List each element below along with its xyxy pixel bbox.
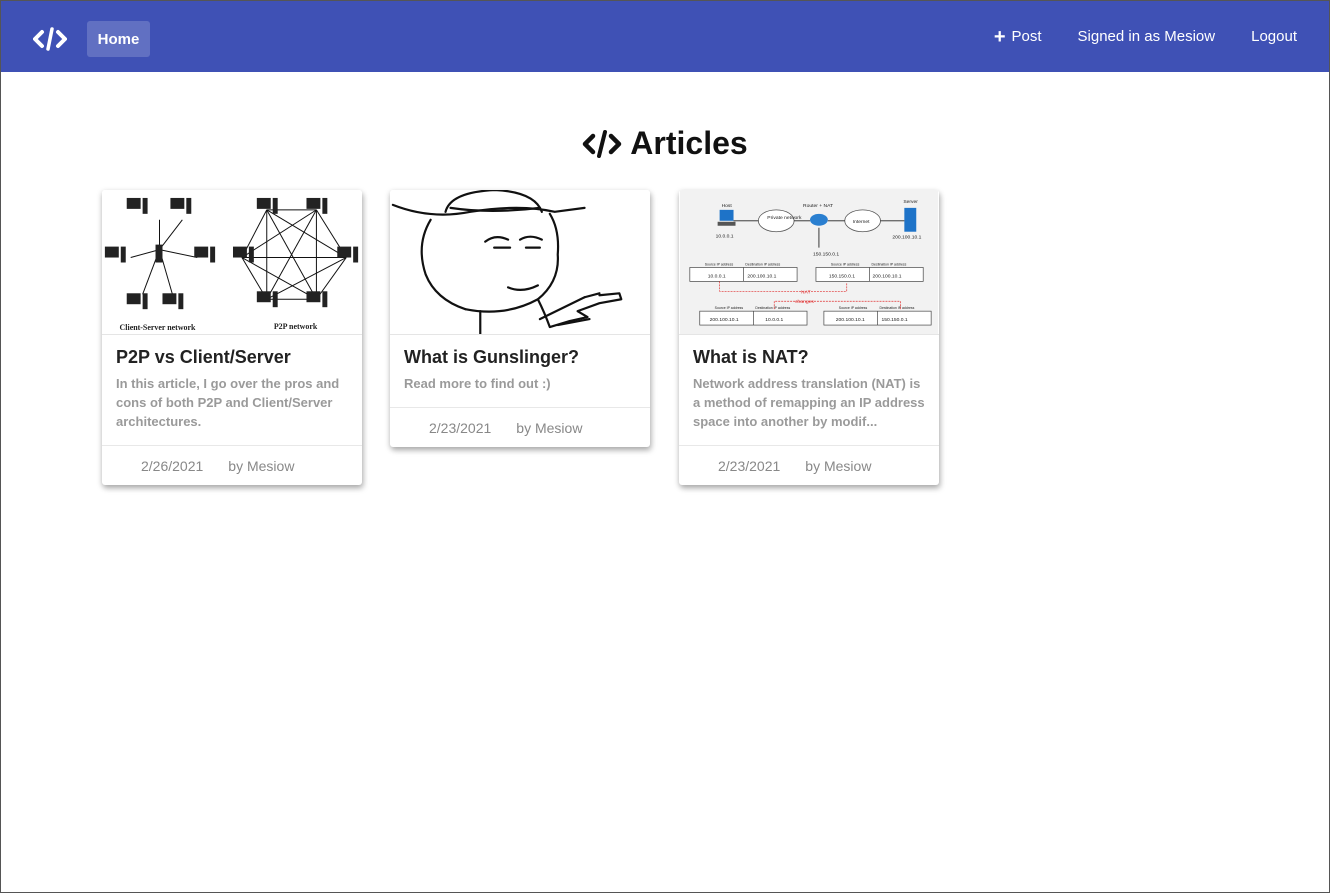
article-thumbnail <box>390 190 650 335</box>
nav-signed-in-link[interactable]: Signed in as Mesiow <box>1078 28 1216 45</box>
article-author: by Mesiow <box>805 457 872 474</box>
svg-text:Destination IP address: Destination IP address <box>872 262 907 266</box>
article-title[interactable]: What is Gunslinger? <box>404 347 636 368</box>
diagram-label: Client-Server network <box>120 323 196 332</box>
article-date: 2/23/2021 <box>718 457 781 474</box>
article-description: Network address translation (NAT) is a m… <box>693 376 925 429</box>
svg-text:Destination IP address: Destination IP address <box>755 306 790 310</box>
nav-post-link[interactable]: + Post <box>994 27 1042 47</box>
svg-text:Source IP address: Source IP address <box>715 306 744 310</box>
article-thumbnail: Host 10.0.0.1 Private network Router + N… <box>679 190 939 335</box>
plus-icon: + <box>993 25 1006 48</box>
svg-text:10.0.0.1: 10.0.0.1 <box>708 273 726 279</box>
svg-text:150.150.0.1: 150.150.0.1 <box>829 273 855 279</box>
svg-text:Source IP address: Source IP address <box>705 262 734 266</box>
svg-text:Source IP address: Source IP address <box>839 306 868 310</box>
svg-text:150.150.0.1: 150.150.0.1 <box>881 317 907 323</box>
article-title[interactable]: What is NAT? <box>693 347 925 368</box>
card-footer: 2/26/2021 by Mesiow <box>102 445 362 485</box>
article-card[interactable]: Client-Server network P2P network P2P vs… <box>102 190 362 485</box>
card-body: P2P vs Client/Server In this article, I … <box>102 335 362 445</box>
article-description: In this article, I go over the pros and … <box>116 376 340 429</box>
card-body: What is NAT? Network address translation… <box>679 335 939 445</box>
code-logo-icon[interactable] <box>33 26 67 52</box>
svg-text:Server: Server <box>903 199 918 205</box>
page-title: Articles <box>630 125 748 161</box>
diagram-label: P2P network <box>274 322 318 331</box>
svg-text:200.100.10.1: 200.100.10.1 <box>710 317 739 323</box>
article-date: 2/26/2021 <box>141 457 204 474</box>
article-description: Read more to find out :) <box>404 376 551 391</box>
svg-text:Private network: Private network <box>767 215 802 221</box>
svg-text:Destination IP address: Destination IP address <box>880 306 915 310</box>
svg-text:Host: Host <box>722 203 733 209</box>
article-author: by Mesiow <box>516 419 583 436</box>
nav-right-group: + Post Signed in as Mesiow Logout <box>994 1 1297 72</box>
card-body: What is Gunslinger? Read more to find ou… <box>390 335 650 407</box>
nav-logout-link[interactable]: Logout <box>1251 28 1297 45</box>
article-title[interactable]: P2P vs Client/Server <box>116 347 348 368</box>
svg-text:200.100.10.1: 200.100.10.1 <box>892 235 921 241</box>
svg-text:200.100.10.1: 200.100.10.1 <box>747 273 776 279</box>
svg-text:200.100.10.1: 200.100.10.1 <box>836 317 865 323</box>
article-card[interactable]: What is Gunslinger? Read more to find ou… <box>390 190 650 447</box>
svg-text:200.100.10.1: 200.100.10.1 <box>873 273 902 279</box>
card-footer: 2/23/2021 by Mesiow <box>679 445 939 485</box>
svg-text:Router + NAT: Router + NAT <box>803 203 833 209</box>
nav-home-button[interactable]: Home <box>87 21 150 57</box>
svg-text:Destination IP address: Destination IP address <box>745 262 780 266</box>
nav-post-label: Post <box>1011 28 1042 45</box>
svg-text:Source IP address: Source IP address <box>831 262 860 266</box>
svg-text:changes: changes <box>795 299 814 305</box>
svg-text:NAT: NAT <box>801 289 811 295</box>
svg-text:Internet: Internet <box>853 219 870 225</box>
navbar: Home + Post Signed in as Mesiow Logout <box>1 1 1329 72</box>
card-footer: 2/23/2021 by Mesiow <box>390 407 650 447</box>
article-author: by Mesiow <box>228 457 295 474</box>
page-heading: Articles <box>1 125 1329 162</box>
article-thumbnail: Client-Server network P2P network <box>102 190 362 335</box>
svg-text:10.0.0.1: 10.0.0.1 <box>765 317 783 323</box>
article-card[interactable]: Host 10.0.0.1 Private network Router + N… <box>679 190 939 485</box>
svg-text:10.0.0.1: 10.0.0.1 <box>716 234 734 240</box>
article-date: 2/23/2021 <box>429 419 492 436</box>
svg-text:150.150.0.1: 150.150.0.1 <box>813 252 839 258</box>
code-icon <box>583 129 622 158</box>
